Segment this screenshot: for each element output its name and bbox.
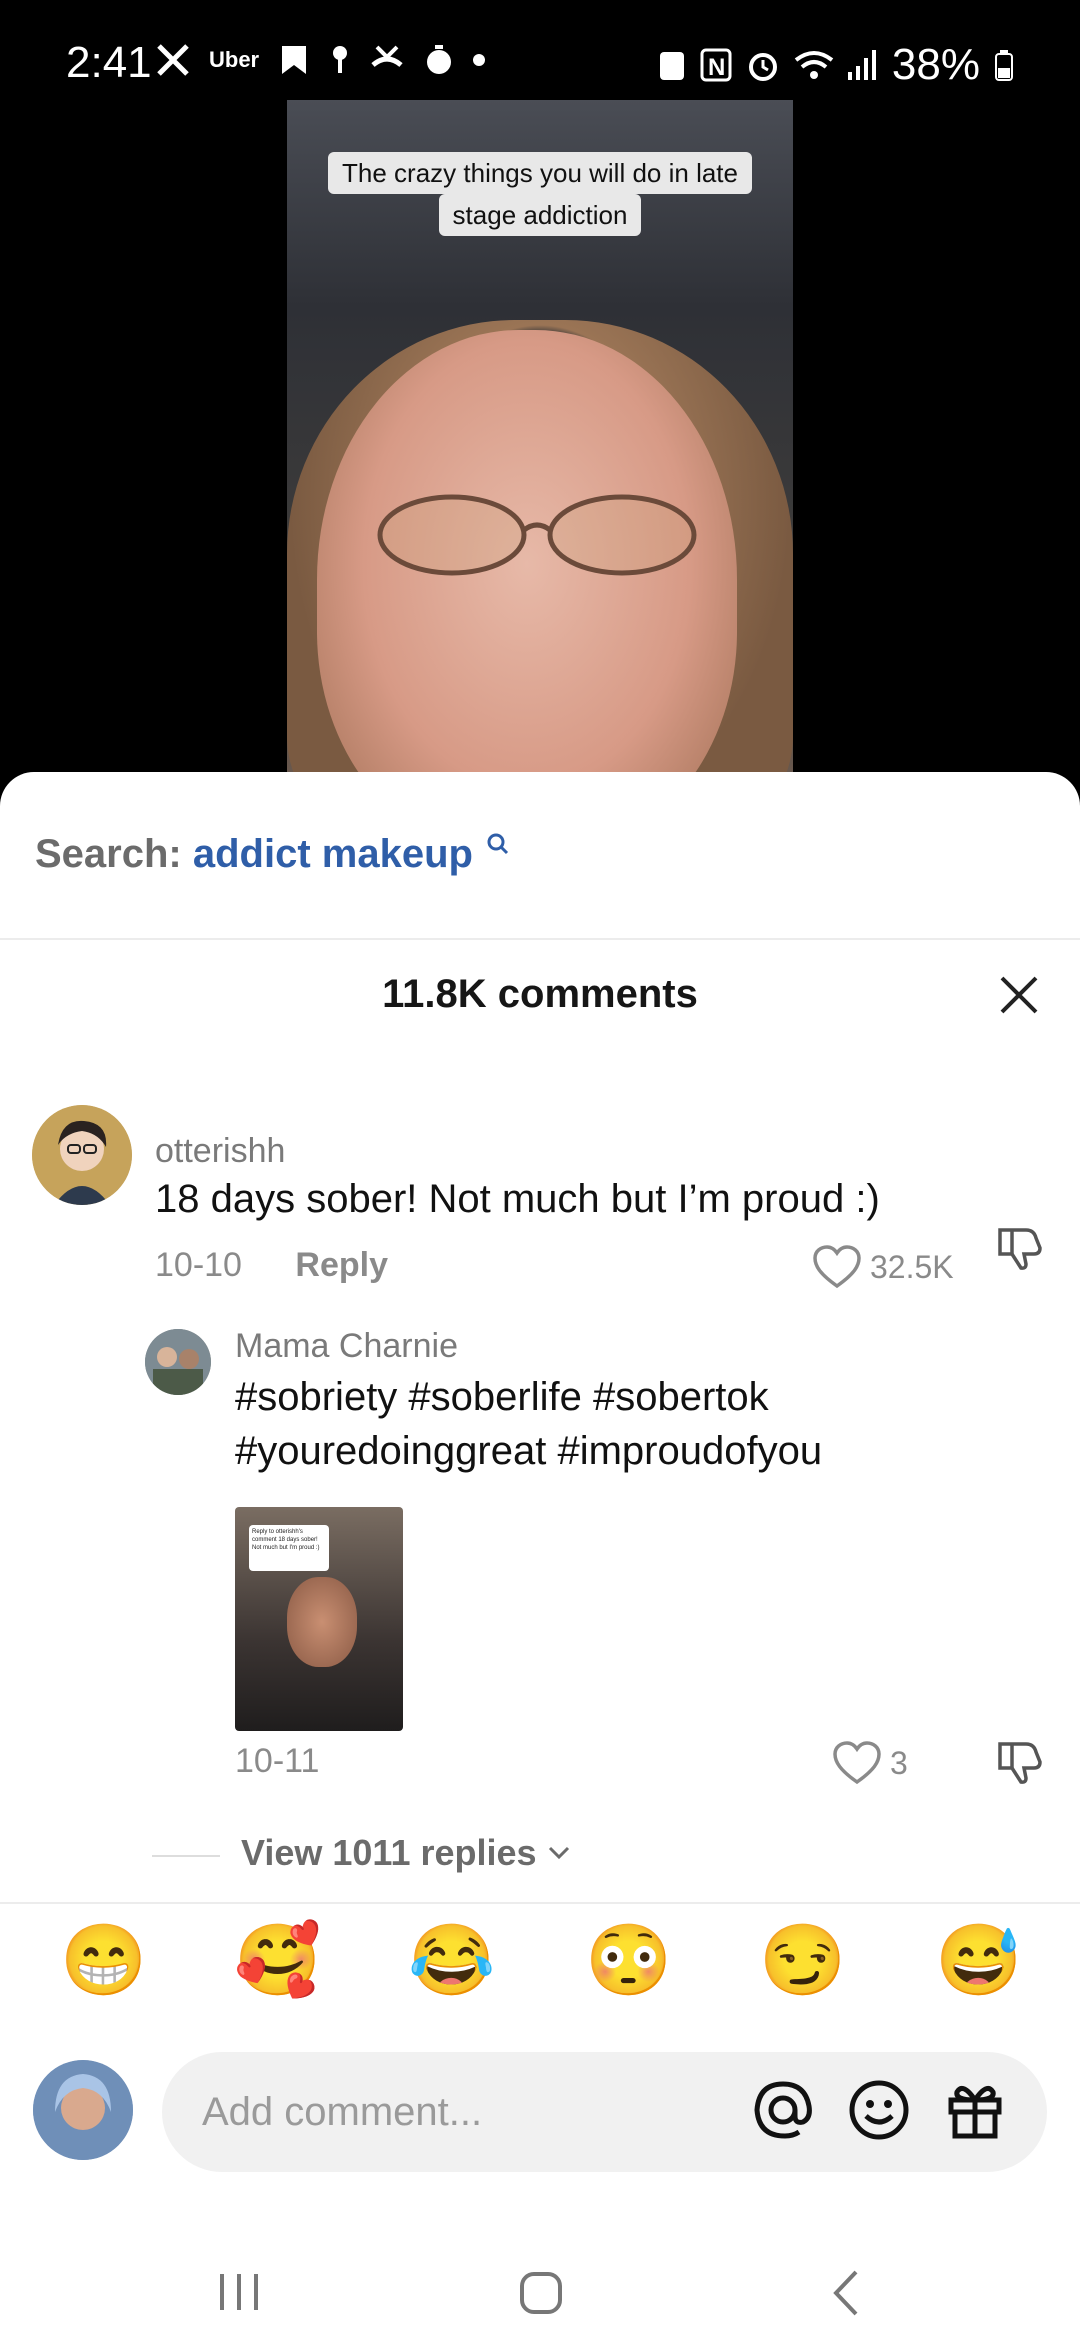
reply-text-line2[interactable]: #youredoinggreat #improudofyou <box>235 1424 822 1478</box>
reply-like-count: 3 <box>890 1744 908 1781</box>
thumbs-down-icon <box>998 1742 1042 1784</box>
alarm-icon <box>746 48 780 82</box>
search-suggestion[interactable]: Search: addict makeup <box>35 832 510 877</box>
video-caption: The crazy things you will do in late sta… <box>287 152 793 236</box>
comment-date: 10-10 <box>155 1246 242 1284</box>
quick-emoji-2[interactable]: 🥰 <box>234 1920 321 2000</box>
android-nav-bar <box>0 2242 1080 2340</box>
reply-username[interactable]: Mama Charnie <box>235 1327 458 1366</box>
nfc-icon: N <box>700 48 732 82</box>
video-caption-line1: The crazy things you will do in late <box>328 152 752 194</box>
view-replies-label: View 1011 replies <box>241 1832 537 1873</box>
search-label: Search: <box>35 832 182 876</box>
reply-button[interactable]: Reply <box>295 1246 388 1284</box>
quick-emoji-4[interactable]: 😳 <box>585 1920 672 2000</box>
home-button[interactable] <box>518 2270 564 2321</box>
composer-actions <box>751 2078 1007 2147</box>
comment-input-placeholder: Add comment... <box>202 2090 483 2134</box>
x-icon <box>155 42 191 78</box>
reply-text-line1[interactable]: #sobriety #soberlife #sobertok <box>235 1370 769 1424</box>
uber-icon: Uber <box>209 47 260 72</box>
my-avatar[interactable] <box>33 2060 133 2160</box>
close-icon <box>1000 976 1038 1014</box>
heart-icon <box>833 1741 881 1785</box>
comments-sheet: Search: addict makeup 11.8K comments ott… <box>0 772 1080 2340</box>
comment-like-button[interactable]: 32.5K <box>812 1244 954 1290</box>
view-replies-button[interactable]: View 1011 replies <box>241 1832 571 1874</box>
view-replies-line <box>152 1855 220 1857</box>
comment-composer: Add comment... <box>0 2052 1080 2172</box>
comment-username[interactable]: otterishh <box>155 1132 285 1171</box>
status-time: 2:41 <box>66 38 152 87</box>
back-button[interactable] <box>830 2268 864 2323</box>
thumbs-down-icon <box>998 1228 1042 1270</box>
battery-saver-icon <box>658 48 686 82</box>
dot-icon <box>473 54 486 66</box>
svg-text:N: N <box>708 54 725 81</box>
bookmark-icon <box>277 43 311 77</box>
chevron-down-icon <box>548 1846 569 1860</box>
quick-emoji-1[interactable]: 😁 <box>60 1920 147 2000</box>
search-term[interactable]: addict makeup <box>193 832 473 876</box>
comment-input[interactable]: Add comment... <box>162 2052 1047 2172</box>
comments-count-title: 11.8K comments <box>382 972 698 1016</box>
wifi-icon <box>794 48 834 82</box>
search-icon <box>487 833 509 855</box>
battery-percent: 38% <box>891 40 980 89</box>
heart-icon <box>813 1245 861 1289</box>
comment-meta: 10-10 Reply <box>155 1246 388 1285</box>
close-comments-button[interactable] <box>994 970 1044 1020</box>
comment-like-count: 32.5K <box>870 1248 954 1285</box>
divider <box>0 938 1080 940</box>
timer-icon <box>423 43 455 77</box>
reply-date: 10-11 <box>235 1742 320 1780</box>
gift-icon[interactable] <box>943 2078 1007 2147</box>
signal-icon <box>847 48 878 82</box>
quick-emoji-6[interactable]: 😅 <box>935 1920 1022 2000</box>
location-icon <box>329 43 351 77</box>
video-player[interactable]: The crazy things you will do in late sta… <box>287 100 793 790</box>
video-subject-glasses <box>377 494 697 576</box>
home-icon <box>520 2272 562 2314</box>
quick-emoji-5[interactable]: 😏 <box>759 1920 846 2000</box>
video-caption-line2: stage addiction <box>438 194 642 236</box>
comment-dislike-button[interactable] <box>994 1222 1044 1277</box>
recents-button[interactable] <box>216 2272 262 2317</box>
missed-call-icon <box>369 43 405 77</box>
comment-text: 18 days sober! Not much but I’m proud :) <box>155 1177 880 1221</box>
reply-like-button[interactable]: 3 <box>832 1740 908 1786</box>
thumbnail-caption: Reply to otterishh's comment 18 days sob… <box>249 1525 329 1571</box>
reply-dislike-button[interactable] <box>994 1736 1044 1791</box>
back-icon <box>833 2270 858 2316</box>
thumbnail-face <box>287 1577 357 1667</box>
status-bar: 2:41 Uber N 38% <box>0 0 1080 100</box>
reply-avatar[interactable] <box>145 1329 211 1395</box>
emoji-icon[interactable] <box>847 2078 911 2147</box>
commenter-avatar[interactable] <box>32 1105 132 1205</box>
reply-video-thumbnail[interactable]: Reply to otterishh's comment 18 days sob… <box>235 1507 403 1731</box>
quick-emoji-3[interactable]: 😂 <box>408 1920 495 2000</box>
quick-emoji-bar: 😁 🥰 😂 😳 😏 😅 <box>0 1900 1080 2020</box>
battery-icon <box>994 48 1014 82</box>
recents-icon <box>220 2274 258 2310</box>
system-icons: N 38% <box>658 40 1014 90</box>
notification-icons: Uber <box>155 42 486 78</box>
mention-icon[interactable] <box>751 2078 815 2147</box>
